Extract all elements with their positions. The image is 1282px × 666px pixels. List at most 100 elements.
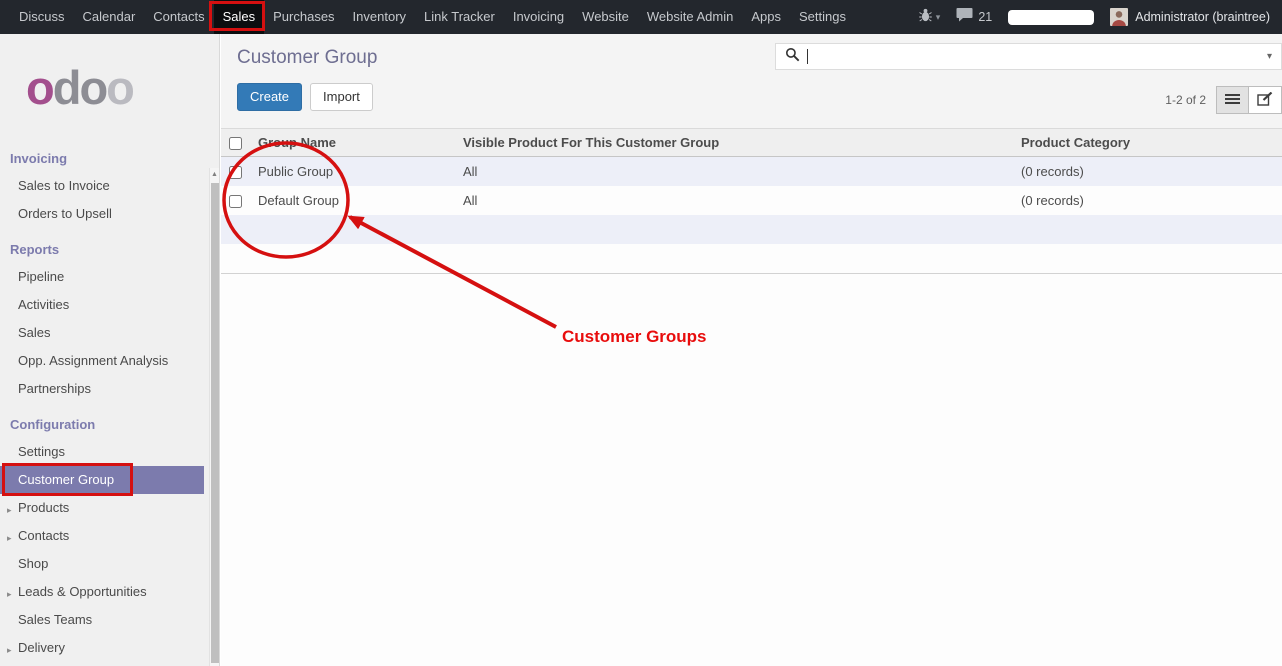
sidebar-item-label: Delivery	[18, 640, 65, 655]
sidebar-section-title: Invoicing	[0, 145, 219, 172]
sidebar-section-title: Reports	[0, 236, 219, 263]
sidebar-item-shop[interactable]: Shop	[0, 550, 219, 578]
col-header-product-category[interactable]: Product Category	[1013, 129, 1282, 157]
logo-letter: o	[26, 61, 53, 114]
debug-menu-button[interactable]: ▾	[919, 8, 941, 27]
table-row[interactable]: Default Group All (0 records)	[221, 186, 1282, 215]
sidebar-nav: Invoicing Sales to Invoice Orders to Ups…	[0, 125, 219, 662]
main-content: Customer Group ▾ Create Import 1-2 of 2	[221, 34, 1282, 666]
sidebar-section-reports: Reports Pipeline Activities Sales Opp. A…	[0, 236, 219, 403]
cell-group-name[interactable]: Default Group	[250, 186, 455, 215]
user-label: Administrator (braintree)	[1135, 10, 1270, 24]
sidebar-item-label: Products	[18, 500, 69, 515]
sidebar-item-label: Opp. Assignment Analysis	[18, 353, 168, 368]
list-view-icon	[1225, 93, 1240, 108]
menu-sales[interactable]: Sales	[214, 0, 265, 34]
control-panel: Customer Group ▾ Create Import 1-2 of 2	[221, 34, 1282, 128]
menu-invoicing[interactable]: Invoicing	[504, 0, 573, 34]
sidebar-item-delivery[interactable]: ▸ Delivery	[0, 634, 219, 662]
logo-letter: o	[79, 61, 106, 114]
create-button[interactable]: Create	[237, 83, 302, 111]
user-menu[interactable]: Administrator (braintree)	[1110, 8, 1270, 26]
sidebar-item-label: Partnerships	[18, 381, 91, 396]
chat-bubble-icon	[956, 7, 973, 27]
menu-website-admin[interactable]: Website Admin	[638, 0, 742, 34]
select-all-cell	[221, 129, 250, 157]
topbar: Discuss Calendar Contacts Sales Purchase…	[0, 0, 1282, 34]
expand-arrow-icon: ▸	[7, 503, 12, 517]
pager-area: 1-2 of 2	[1165, 86, 1282, 114]
row-checkbox[interactable]	[229, 195, 242, 208]
search-icon[interactable]	[785, 47, 800, 67]
sidebar-item-contacts[interactable]: ▸Contacts	[0, 522, 219, 550]
sidebar-item-activities[interactable]: Activities	[0, 291, 219, 319]
col-header-visible-product[interactable]: Visible Product For This Customer Group	[455, 129, 1013, 157]
sidebar-item-pipeline[interactable]: Pipeline	[0, 263, 219, 291]
table-row[interactable]: Public Group All (0 records)	[221, 157, 1282, 187]
sidebar-item-label: Sales	[18, 325, 51, 340]
cell-group-name[interactable]: Public Group	[250, 157, 455, 187]
topbar-menu: Discuss Calendar Contacts Sales Purchase…	[0, 0, 855, 34]
sidebar-item-opp-assignment-analysis[interactable]: Opp. Assignment Analysis	[0, 347, 219, 375]
menu-link-tracker[interactable]: Link Tracker	[415, 0, 504, 34]
menu-website[interactable]: Website	[573, 0, 638, 34]
edit-pencil-icon	[1257, 92, 1273, 109]
sidebar-item-label: Shop	[18, 556, 48, 571]
select-all-checkbox[interactable]	[229, 137, 242, 150]
scrollbar-thumb[interactable]	[211, 183, 219, 663]
row-select-cell	[221, 157, 250, 187]
sidebar-item-customer-group[interactable]: Customer Group	[0, 466, 204, 494]
cell-product-category[interactable]: (0 records)	[1013, 157, 1282, 187]
sidebar-item-label: Settings	[18, 444, 65, 459]
sidebar-item-sales-to-invoice[interactable]: Sales to Invoice	[0, 172, 219, 200]
list-view-button[interactable]	[1216, 86, 1249, 114]
bug-icon	[919, 8, 932, 27]
logo-letter: d	[53, 61, 80, 114]
progress-pill[interactable]	[1008, 10, 1094, 25]
sidebar-item-label: Pipeline	[18, 269, 64, 284]
sidebar-item-label: Activities	[18, 297, 69, 312]
import-button[interactable]: Import	[310, 83, 373, 111]
search-bar[interactable]: ▾	[775, 43, 1282, 70]
menu-apps[interactable]: Apps	[742, 0, 790, 34]
sidebar-scrollbar[interactable]: ▲	[209, 168, 219, 666]
cell-visible-product[interactable]: All	[455, 157, 1013, 187]
sidebar-item-label: Orders to Upsell	[18, 206, 112, 221]
view-switcher	[1216, 86, 1282, 114]
menu-discuss[interactable]: Discuss	[10, 0, 74, 34]
sidebar-section-invoicing: Invoicing Sales to Invoice Orders to Ups…	[0, 145, 219, 228]
table-header-row: Group Name Visible Product For This Cust…	[221, 129, 1282, 157]
search-input[interactable]	[810, 47, 1267, 67]
topbar-right: ▾ 21 Administrator (braintree)	[919, 7, 1282, 27]
odoo-logo: odoo	[0, 34, 219, 125]
scrollbar-up-icon[interactable]: ▲	[210, 168, 219, 178]
sidebar-item-leads-opportunities[interactable]: ▸Leads & Opportunities	[0, 578, 219, 606]
sidebar-section-configuration: Configuration Settings Customer Group ▸P…	[0, 411, 219, 662]
cell-product-category[interactable]: (0 records)	[1013, 186, 1282, 215]
menu-settings[interactable]: Settings	[790, 0, 855, 34]
form-view-button[interactable]	[1249, 86, 1282, 114]
menu-calendar[interactable]: Calendar	[74, 0, 145, 34]
sidebar-item-products[interactable]: ▸ Products	[0, 494, 219, 522]
row-checkbox[interactable]	[229, 166, 242, 179]
chevron-down-icon: ▾	[936, 12, 941, 23]
search-dropdown-caret-icon[interactable]: ▾	[1267, 51, 1272, 62]
sidebar-item-orders-to-upsell[interactable]: Orders to Upsell	[0, 200, 219, 228]
sidebar-item-sales-teams[interactable]: Sales Teams	[0, 606, 219, 634]
sidebar-item-settings[interactable]: Settings	[0, 438, 219, 466]
messages-count: 21	[978, 10, 992, 24]
expand-arrow-icon: ▸	[7, 643, 12, 657]
sidebar-item-partnerships[interactable]: Partnerships	[0, 375, 219, 403]
cell-visible-product[interactable]: All	[455, 186, 1013, 215]
menu-inventory[interactable]: Inventory	[344, 0, 415, 34]
messages-button[interactable]: 21	[956, 7, 992, 27]
col-header-group-name[interactable]: Group Name	[250, 129, 455, 157]
sidebar-item-label: Leads & Opportunities	[18, 584, 147, 599]
menu-contacts[interactable]: Contacts	[144, 0, 213, 34]
sidebar-item-label: Sales Teams	[18, 612, 92, 627]
sidebar-item-sales[interactable]: Sales	[0, 319, 219, 347]
sidebar: odoo Invoicing Sales to Invoice Orders t…	[0, 34, 220, 666]
sidebar-item-label: Sales to Invoice	[18, 178, 110, 193]
text-cursor	[807, 49, 808, 64]
menu-purchases[interactable]: Purchases	[264, 0, 343, 34]
